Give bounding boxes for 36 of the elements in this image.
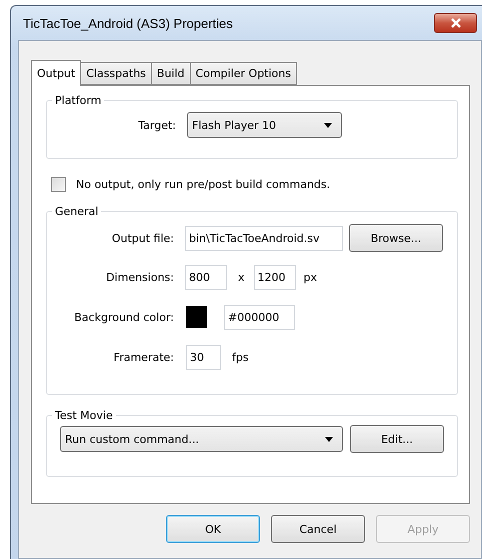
dropdown-value: Run custom command... xyxy=(65,432,199,446)
edit-button[interactable]: Edit... xyxy=(350,425,444,453)
dialog-button[interactable]: OK xyxy=(166,515,260,543)
color-swatch[interactable] xyxy=(186,306,207,328)
checkbox-label: No output, only run pre/post build commands. xyxy=(76,178,330,190)
unit-label: px xyxy=(304,270,318,284)
caret-icon xyxy=(325,436,333,442)
field-label: Dimensions: xyxy=(105,270,175,284)
test-movie-dropdown[interactable]: Run custom command... xyxy=(60,426,343,452)
group-title: Test Movie xyxy=(54,409,114,422)
dropdown-value: Flash Player 10 xyxy=(192,118,276,132)
tab[interactable]: Build xyxy=(150,62,191,85)
field-label: Target: xyxy=(137,118,177,132)
unit-label: fps xyxy=(232,350,249,364)
tab[interactable]: Output xyxy=(31,60,82,86)
checkbox[interactable] xyxy=(51,176,66,192)
group-title: Platform xyxy=(54,94,102,107)
height-field[interactable]: 1200 xyxy=(254,264,296,290)
field-label: Framerate: xyxy=(112,350,175,364)
target-dropdown[interactable]: Flash Player 10 xyxy=(187,112,342,138)
group-title: General xyxy=(54,205,100,218)
width-field[interactable]: 800 xyxy=(185,264,227,290)
color-field[interactable]: #000000 xyxy=(224,304,295,330)
output-file-field[interactable]: bin\TicTacToeAndroid.sv xyxy=(185,226,343,250)
window-title: TicTacToe_Android (AS3) Properties xyxy=(23,16,233,30)
dialog-button[interactable]: Cancel xyxy=(271,515,365,543)
close-icon xyxy=(450,18,462,28)
field-label: Background color: xyxy=(73,310,175,324)
tab[interactable]: Classpaths xyxy=(80,62,152,85)
times-sign: x xyxy=(238,270,245,284)
tab[interactable]: Compiler Options xyxy=(190,62,297,85)
caret-icon xyxy=(324,122,332,128)
field-label: Output file: xyxy=(110,232,175,244)
framerate-field[interactable]: 30 xyxy=(186,344,221,370)
browse-button[interactable]: Browse... xyxy=(349,224,443,252)
close-button[interactable] xyxy=(434,13,477,33)
